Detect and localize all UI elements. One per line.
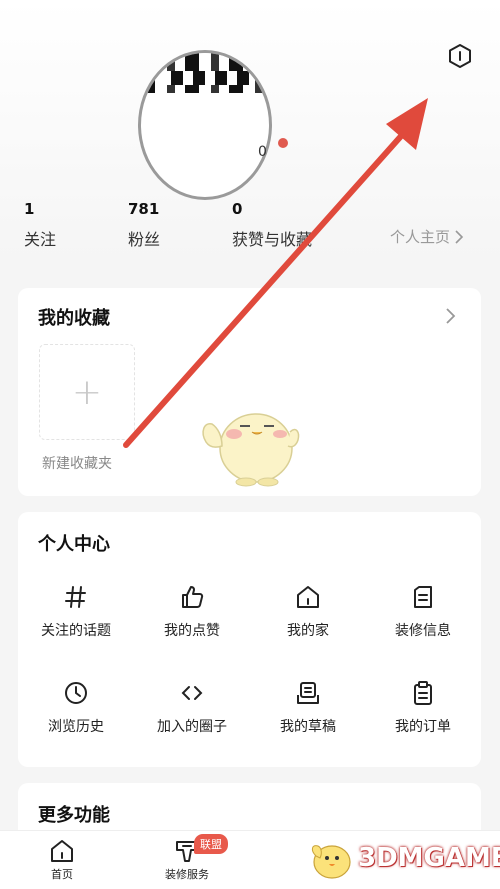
new-folder-label: 新建收藏夹 [42,456,112,472]
personal-center-title: 个人中心 [38,534,110,555]
grid-item-orders[interactable]: 我的订单 [365,680,481,736]
profile-page-link[interactable]: 个人主页 [390,226,464,247]
clock-icon [65,682,87,704]
grid-item-label: 我的订单 [395,719,451,735]
grid-item-label: 浏览历史 [48,719,104,735]
personal-center-card: 个人中心 关注的话题 我的点赞 我的家 装修信息 浏览历史 加入的圈子 我的草稿… [18,512,481,767]
grid-item-label: 装修信息 [395,623,451,639]
avatar-pattern-2 [161,71,251,85]
draft-box-icon [297,682,319,704]
grid-item-label: 关注的话题 [41,623,111,639]
grid-item-topics[interactable]: 关注的话题 [18,584,134,640]
settings-button[interactable] [447,43,473,69]
clipboard-icon [414,681,432,705]
avatar-overlap-text: 0 [258,144,267,160]
chevron-right-icon [455,229,464,244]
hashtag-icon [65,586,86,608]
grid-item-drafts[interactable]: 我的草稿 [250,680,366,736]
alliance-badge: 联盟 [194,834,228,854]
grid-item-likes[interactable]: 我的点赞 [134,584,250,640]
mascot-sticker [202,413,300,487]
hexagon-settings-icon [449,44,471,68]
grid-item-circles[interactable]: 加入的圈子 [134,680,250,736]
watermark: 3DMGAME [306,836,500,880]
chevron-right-icon [446,308,456,324]
thumbs-up-icon [182,586,204,608]
stat-likes-collections[interactable]: 0 获赞与收藏 [232,200,312,250]
grid-item-label: 加入的圈子 [157,719,227,735]
profile-link-label: 个人主页 [390,228,451,246]
watermark-text: 3DMGAME [358,843,500,873]
code-brackets-icon [181,686,203,700]
document-icon [414,586,432,608]
grid-item-label: 我的草稿 [280,719,336,735]
plus-icon: + [71,371,103,413]
tab-label: 装修服务 [165,868,209,881]
mascot-logo-icon [311,845,351,879]
stat-followers[interactable]: 781 粉丝 [128,200,160,250]
more-functions-title: 更多功能 [38,805,110,826]
avatar[interactable] [138,50,272,200]
favorites-title: 我的收藏 [38,308,110,329]
home-icon [51,840,73,862]
stat-label: 关注 [24,230,57,249]
new-folder-button[interactable]: + [39,344,135,440]
grid-item-renovation-info[interactable]: 装修信息 [365,584,481,640]
tab-label: 首页 [51,868,73,881]
stat-label: 粉丝 [128,230,161,249]
favorites-more-button[interactable] [443,306,459,326]
stat-value: 781 [128,200,160,218]
tab-home[interactable]: 首页 [22,839,102,882]
stat-label: 获赞与收藏 [232,230,313,249]
home-icon [297,586,319,608]
grid-item-my-home[interactable]: 我的家 [250,584,366,640]
stat-value: 1 [24,200,35,218]
notification-dot [278,138,288,148]
stat-following[interactable]: 1 关注 [24,200,56,250]
grid-item-label: 我的点赞 [164,623,220,639]
stat-value: 0 [232,200,243,218]
grid-item-label: 我的家 [287,623,329,639]
grid-item-history[interactable]: 浏览历史 [18,680,134,736]
